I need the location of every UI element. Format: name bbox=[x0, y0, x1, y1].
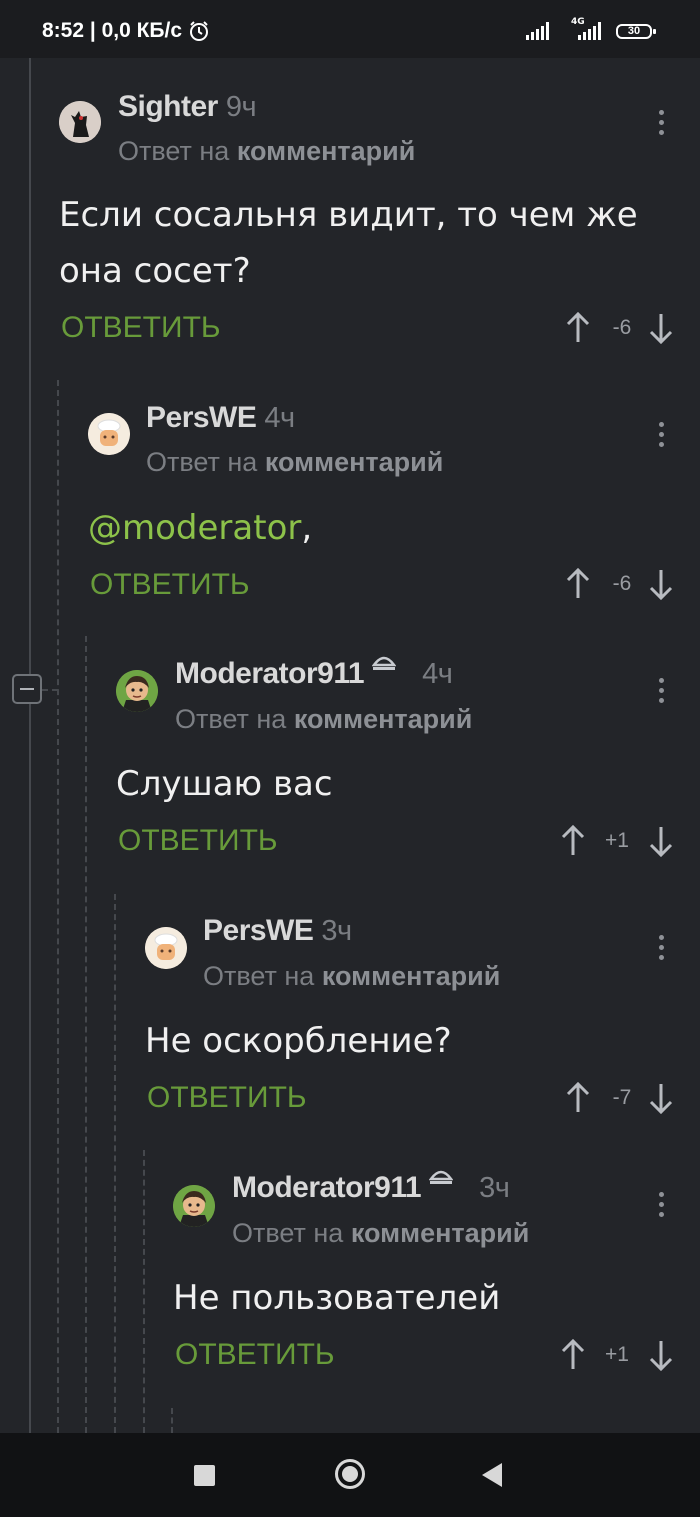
thread-line bbox=[171, 1408, 173, 1433]
comment-text: Не пользователей bbox=[173, 1278, 501, 1318]
vote-score: -6 bbox=[612, 316, 632, 339]
comment-text: Слушаю вас bbox=[116, 764, 333, 804]
comment-text: Не оскорбление? bbox=[145, 1021, 452, 1061]
arrow-up-icon[interactable] bbox=[560, 1339, 586, 1371]
thread-line bbox=[29, 704, 31, 1433]
thread-connector bbox=[42, 689, 58, 691]
signal-4g-icon bbox=[578, 22, 601, 40]
avatar[interactable] bbox=[88, 413, 130, 455]
reply-to-line: Ответ на комментарий bbox=[175, 704, 473, 734]
moderator-badge-icon bbox=[372, 656, 397, 670]
vote-controls: +1 bbox=[557, 1339, 677, 1371]
vote-score: -7 bbox=[612, 1086, 632, 1109]
back-icon[interactable] bbox=[482, 1463, 502, 1487]
reply-target-link[interactable]: комментарий bbox=[351, 1218, 530, 1248]
vote-score: +1 bbox=[605, 1343, 629, 1366]
collapse-thread-icon[interactable] bbox=[12, 674, 42, 704]
reply-to-line: Ответ на комментарий bbox=[146, 447, 444, 477]
moderator-badge-icon bbox=[429, 1170, 454, 1184]
author-name[interactable]: Moderator911 3ч bbox=[232, 1170, 510, 1205]
author-name[interactable]: Sighter 9ч bbox=[118, 90, 257, 124]
avatar[interactable] bbox=[173, 1185, 215, 1227]
arrow-up-icon[interactable] bbox=[560, 825, 586, 857]
author-name[interactable]: PersWE 3ч bbox=[203, 914, 352, 948]
more-vertical-icon[interactable] bbox=[659, 935, 665, 961]
arrow-up-icon[interactable] bbox=[565, 568, 591, 600]
comment-time: 9ч bbox=[225, 91, 257, 123]
vote-score: -6 bbox=[612, 572, 632, 595]
comment-text: Если сосальня видит, то чем же она сосет… bbox=[59, 195, 638, 291]
comment-time: 4ч bbox=[264, 402, 295, 434]
avatar[interactable] bbox=[145, 927, 187, 969]
arrow-down-icon[interactable] bbox=[648, 568, 674, 600]
author-name[interactable]: Moderator911 4ч bbox=[175, 656, 453, 691]
comment-time: 4ч bbox=[422, 658, 453, 690]
comment-time: 3ч bbox=[321, 915, 352, 947]
reply-button[interactable]: ОТВЕТИТЬ bbox=[61, 311, 221, 345]
avatar[interactable] bbox=[116, 670, 158, 712]
thread-line bbox=[114, 894, 116, 1433]
recent-apps-icon[interactable] bbox=[194, 1465, 215, 1486]
reply-button[interactable]: ОТВЕТИТЬ bbox=[90, 568, 250, 602]
status-time: 8:52 | 0,0 КБ/с bbox=[42, 19, 183, 42]
more-vertical-icon[interactable] bbox=[659, 1192, 665, 1218]
arrow-up-icon[interactable] bbox=[565, 1082, 591, 1114]
reply-to-line: Ответ на комментарий bbox=[232, 1218, 530, 1248]
vote-score: +1 bbox=[605, 829, 629, 852]
user-mention-link[interactable]: @moderator bbox=[88, 508, 301, 548]
vote-controls: -7 bbox=[562, 1082, 682, 1114]
reply-target-link[interactable]: комментарий bbox=[294, 704, 473, 734]
thread-line bbox=[85, 636, 87, 1433]
arrow-down-icon[interactable] bbox=[648, 312, 674, 344]
avatar[interactable] bbox=[59, 101, 101, 143]
reply-target-link[interactable]: комментарий bbox=[237, 136, 416, 166]
reply-to-line: Ответ на комментарий bbox=[118, 136, 416, 166]
arrow-up-icon[interactable] bbox=[565, 312, 591, 344]
reply-target-link[interactable]: комментарий bbox=[322, 961, 501, 991]
reply-to-line: Ответ на комментарий bbox=[203, 961, 501, 991]
thread-line bbox=[143, 1150, 145, 1433]
author-name[interactable]: PersWE 4ч bbox=[146, 401, 295, 435]
vote-controls: -6 bbox=[562, 312, 682, 344]
reply-button[interactable]: ОТВЕТИТЬ bbox=[175, 1338, 335, 1372]
alarm-icon bbox=[190, 21, 208, 41]
more-vertical-icon[interactable] bbox=[659, 678, 665, 704]
reply-button[interactable]: ОТВЕТИТЬ bbox=[118, 824, 278, 858]
vote-controls: -6 bbox=[562, 568, 682, 600]
comment-text: @moderator, bbox=[88, 508, 313, 548]
home-icon[interactable] bbox=[335, 1459, 365, 1489]
reply-target-link[interactable]: комментарий bbox=[265, 447, 444, 477]
arrow-down-icon[interactable] bbox=[648, 825, 674, 857]
thread-line bbox=[29, 58, 31, 674]
signal-icon bbox=[526, 22, 549, 40]
reply-button[interactable]: ОТВЕТИТЬ bbox=[147, 1081, 307, 1115]
thread-line bbox=[57, 380, 59, 1433]
comment-time: 3ч bbox=[479, 1172, 510, 1204]
more-vertical-icon[interactable] bbox=[659, 110, 665, 136]
vote-controls: +1 bbox=[557, 825, 677, 857]
arrow-down-icon[interactable] bbox=[648, 1339, 674, 1371]
more-vertical-icon[interactable] bbox=[659, 422, 665, 448]
status-bar: 8:52 | 0,0 КБ/с 4G 30 bbox=[0, 0, 700, 58]
battery-indicator: 30 bbox=[616, 24, 656, 39]
arrow-down-icon[interactable] bbox=[648, 1082, 674, 1114]
